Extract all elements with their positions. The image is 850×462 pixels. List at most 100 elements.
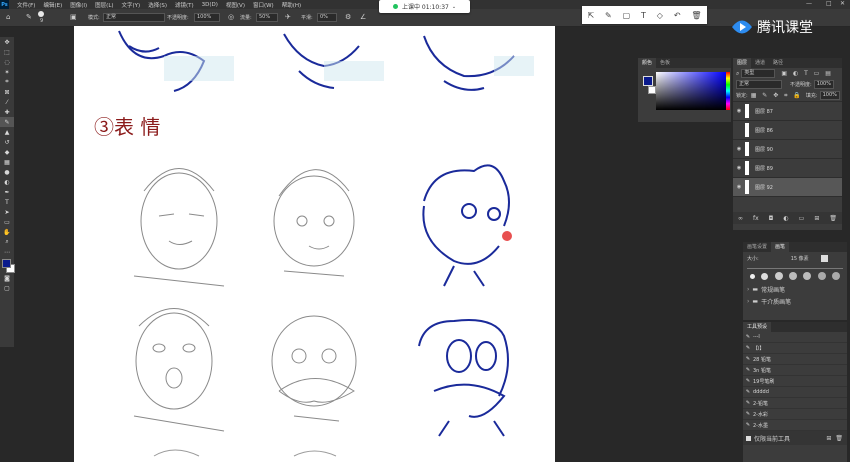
preset-row[interactable]: ✎ 2-铅笔 [743, 398, 847, 409]
adjustment-layer-icon[interactable]: ◐ [783, 215, 788, 222]
current-tool-checkbox[interactable] [746, 435, 751, 441]
brush-tool-active-icon[interactable]: ✎ [0, 117, 14, 127]
mode-select[interactable]: 正常 [103, 13, 165, 22]
shape-tool-icon[interactable]: ▭ [0, 217, 14, 227]
layer-row[interactable]: ◉ 图层 89 [733, 159, 842, 178]
text-icon[interactable]: T [641, 11, 646, 20]
quick-mask-icon[interactable]: ◙ [0, 273, 14, 283]
pressure-opacity-icon[interactable]: ◎ [228, 13, 234, 21]
preset-row[interactable]: ✎ 2-水墨 [743, 420, 847, 431]
dodge-tool-icon[interactable]: ◐ [0, 177, 14, 187]
tab-layers[interactable]: 图层 [733, 58, 752, 68]
close-icon[interactable]: ✕ [840, 0, 845, 7]
blend-mode-select[interactable]: 正常 [736, 80, 782, 89]
visibility-eye-icon[interactable]: ◉ [733, 146, 745, 152]
delete-layer-icon[interactable]: 🗑 [829, 215, 837, 222]
zoom-tool-icon[interactable]: ⌕ [0, 237, 14, 247]
marquee-tool-icon[interactable]: ⬚ [0, 47, 14, 57]
frame-tool-icon[interactable]: ⊠ [0, 87, 14, 97]
menu-image[interactable]: 图像(I) [70, 1, 87, 9]
brush-tip[interactable] [774, 272, 783, 280]
history-brush-icon[interactable]: ↺ [0, 137, 14, 147]
menu-file[interactable]: 文件(F) [17, 1, 35, 9]
brush-tip[interactable] [831, 272, 840, 280]
layer-row[interactable]: ◉ 图层 87 [733, 102, 842, 121]
menu-view[interactable]: 视图(V) [226, 1, 245, 9]
eraser-icon[interactable]: ◇ [657, 11, 663, 20]
preset-row[interactable]: ✎ 3n 铅笔 [743, 365, 847, 376]
color-field[interactable] [656, 72, 726, 110]
preset-row[interactable]: ✎ 【l】 [743, 343, 847, 354]
rectangle-icon[interactable]: ▢ [623, 11, 631, 20]
blur-tool-icon[interactable]: ● [0, 167, 14, 177]
visibility-eye-icon[interactable]: ◉ [733, 184, 745, 190]
document-canvas[interactable]: ③表 情 [74, 26, 555, 462]
menu-3d[interactable]: 3D(D) [202, 2, 218, 8]
menu-window[interactable]: 窗口(W) [253, 1, 274, 9]
layer-opacity-input[interactable]: 100% [813, 80, 834, 89]
menu-select[interactable]: 选择(S) [148, 1, 167, 9]
magic-wand-tool-icon[interactable]: ✶ [0, 67, 14, 77]
new-brush-icon[interactable] [820, 254, 828, 262]
eyedropper-tool-icon[interactable]: ⁄ [0, 97, 14, 107]
pen-icon[interactable]: ✎ [605, 11, 612, 20]
tab-channels[interactable]: 通道 [751, 58, 769, 68]
layer-row[interactable]: 图层 86 [733, 121, 842, 140]
screen-mode-icon[interactable]: ▢ [0, 283, 14, 293]
layer-filter-select[interactable]: 类型 [741, 69, 776, 78]
gradient-tool-icon[interactable]: ▦ [0, 157, 14, 167]
tab-brush-settings[interactable]: 画笔设置 [743, 242, 771, 252]
tab-tool-presets[interactable]: 工具预设 [743, 322, 772, 332]
background-color-chip[interactable] [648, 86, 656, 94]
menu-layer[interactable]: 图层(L) [95, 1, 113, 9]
opacity-input[interactable]: 100% [194, 13, 220, 22]
tab-swatches[interactable]: 色板 [656, 58, 674, 68]
lasso-tool-icon[interactable]: ◌ [0, 57, 14, 67]
brush-tip[interactable] [803, 272, 812, 280]
pen-tool-icon[interactable]: ✒ [0, 187, 14, 197]
eraser-tool-icon[interactable]: ◆ [0, 147, 14, 157]
menu-type[interactable]: 文字(Y) [122, 1, 141, 9]
menu-filter[interactable]: 滤镜(T) [175, 1, 194, 9]
minimize-icon[interactable]: — [806, 0, 812, 7]
visibility-eye-icon[interactable]: ◉ [733, 108, 745, 114]
lock-icons[interactable]: ▦ ✎ ✥ ⌗ 🔒 [751, 92, 803, 100]
path-select-tool-icon[interactable]: ➤ [0, 207, 14, 217]
smooth-settings-gear-icon[interactable]: ⚙ [345, 13, 351, 21]
tab-color[interactable]: 颜色 [638, 58, 657, 68]
hue-slider[interactable] [726, 72, 730, 110]
preset-row[interactable]: ✎ 2-水彩 [743, 409, 847, 420]
layer-row[interactable]: ◉ 图层 90 [733, 140, 842, 159]
new-group-icon[interactable]: ▭ [799, 215, 805, 222]
layer-row-selected[interactable]: ◉ 图层 92 [733, 178, 842, 197]
new-layer-icon[interactable]: ⊞ [814, 215, 819, 222]
color-swatches[interactable] [0, 257, 15, 273]
crop-tool-icon[interactable]: ⌗ [0, 77, 14, 87]
preset-row[interactable]: ✎ 19号笔刷 [743, 376, 847, 387]
flow-input[interactable]: 50% [256, 13, 278, 22]
type-tool-icon[interactable]: T [0, 197, 14, 207]
move-tool-icon[interactable]: ✥ [0, 37, 14, 47]
smooth-input[interactable]: 0% [317, 13, 337, 22]
brush-size-value[interactable]: 15 像素 [791, 255, 809, 262]
foreground-color-chip[interactable] [643, 76, 653, 86]
tab-paths[interactable]: 路径 [769, 58, 787, 68]
filter-icons[interactable]: ▣ ◐ T ▭ ▤ [781, 70, 833, 77]
pointer-icon[interactable]: ⇱ [587, 11, 594, 20]
hand-tool-icon[interactable]: ✋ [0, 227, 14, 237]
layer-style-icon[interactable]: fx [753, 215, 759, 222]
brush-tip[interactable] [750, 273, 756, 279]
fill-input[interactable]: 100% [819, 91, 840, 100]
brush-tip[interactable] [817, 272, 826, 280]
brush-tip[interactable] [788, 272, 797, 280]
new-preset-icon[interactable]: ⊞ [826, 435, 831, 442]
live-status-badge[interactable]: 上课中 01:10:37 ⌄ [379, 0, 470, 13]
layer-mask-icon[interactable]: ◘ [769, 215, 774, 222]
visibility-eye-icon[interactable]: ◉ [733, 165, 745, 171]
foreground-color-swatch[interactable] [2, 259, 11, 268]
brush-tool-icon[interactable]: ✎ [26, 13, 32, 21]
link-layers-icon[interactable]: ∞ [738, 215, 743, 222]
brush-panel-toggle-icon[interactable]: ▣ [70, 13, 77, 21]
brush-group-row[interactable]: › ▬ 常规画笔 [743, 283, 847, 295]
healing-tool-icon[interactable]: ✚ [0, 107, 14, 117]
